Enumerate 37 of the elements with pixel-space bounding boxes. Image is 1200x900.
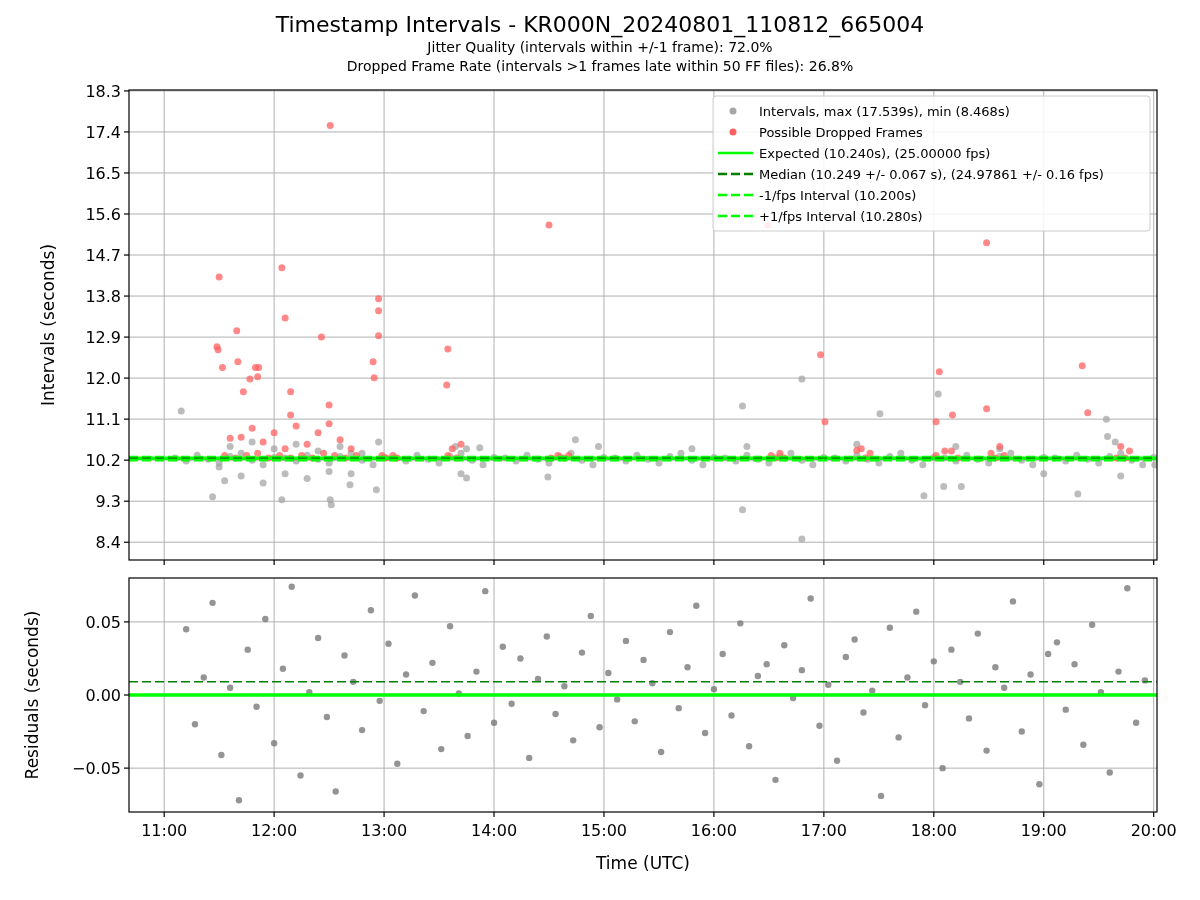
figure-title: Timestamp Intervals - KR000N_20240801_110812_665004 (275, 12, 925, 38)
legend-label: Median (10.249 +/- 0.067 s), (24.97861 +/- 0.16 fps) (759, 167, 1104, 182)
x-tick-label: 13:00 (361, 821, 408, 840)
x-tick-label: 19:00 (1020, 821, 1067, 840)
y-tick-label: 15.6 (85, 205, 121, 224)
x-axis-label: Time (UTC) (596, 853, 690, 873)
y-tick-label: 0.00 (85, 686, 121, 705)
y-tick-label: 8.4 (95, 533, 121, 553)
y-tick-label: 11.1 (85, 410, 121, 430)
jitter-quality-subtitle: Jitter Quality (intervals within +/-1 frame): 72.0% (427, 38, 773, 57)
y-tick-label: 9.3 (95, 492, 121, 512)
x-tick-label: 12:00 (251, 821, 298, 840)
legend-label: -1/fps Interval (10.200s) (759, 188, 917, 203)
y-tick-label: 12.9 (85, 328, 121, 348)
x-tick-label: 15:00 (580, 821, 627, 840)
y-axis-label: Intervals (seconds) (38, 243, 58, 407)
x-tick-label: 17:00 (800, 821, 847, 840)
y-tick-label: 10.2 (85, 451, 121, 471)
y-tick-label: 16.5 (85, 163, 121, 183)
y-tick-label: 14.7 (85, 246, 121, 265)
y-tick-label: −0.05 (71, 759, 121, 779)
x-tick-label: 18:00 (910, 821, 957, 840)
x-tick-label: 14:00 (470, 821, 518, 840)
legend-label: Expected (10.240s), (25.00000 fps) (759, 146, 991, 161)
y-tick-label: 18.3 (85, 81, 121, 101)
dropped-frame-rate-subtitle: Dropped Frame Rate (intervals >1 frames late within 50 FF files): 26.8% (346, 57, 854, 76)
y-axis-label: Residuals (seconds) (22, 610, 42, 780)
y-tick-label: 0.05 (85, 612, 121, 632)
y-tick-label: 17.4 (85, 122, 121, 142)
x-tick-label: 20:00 (1130, 821, 1177, 840)
legend-label: Possible Dropped Frames (759, 125, 923, 140)
y-tick-label: 13.8 (85, 287, 121, 307)
y-tick-label: 12.0 (85, 369, 121, 389)
legend-label: Intervals, max (17.539s), min (8.468s) (759, 104, 1010, 119)
x-tick-label: 11:00 (141, 821, 188, 840)
legend-label: +1/fps Interval (10.280s) (759, 209, 923, 224)
x-tick-label: 16:00 (690, 821, 737, 840)
